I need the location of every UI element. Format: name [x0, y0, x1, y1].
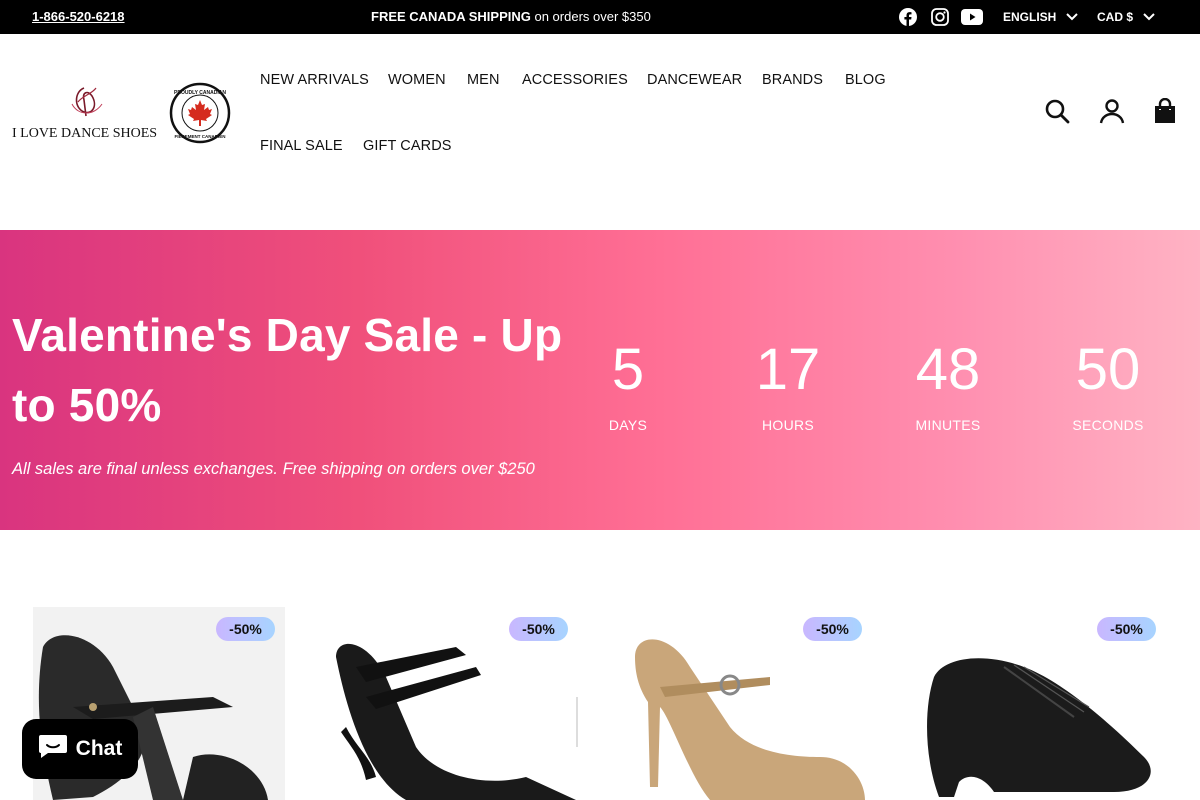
chat-bubble-icon: [38, 733, 68, 765]
shipping-promo: FREE CANADA SHIPPING on orders over $350: [371, 9, 651, 24]
nav-gift-cards[interactable]: GIFT CARDS: [363, 138, 452, 154]
phone-link[interactable]: 1-866-520-6218: [32, 9, 125, 24]
countdown-days: 5 DAYS: [568, 335, 688, 433]
facebook-icon[interactable]: [898, 8, 918, 26]
nav-new-arrivals[interactable]: NEW ARRIVALS: [260, 72, 369, 88]
nav-blog[interactable]: BLOG: [845, 72, 886, 88]
nav-men[interactable]: MEN: [467, 72, 500, 88]
discount-badge: -50%: [803, 617, 862, 641]
discount-badge: -50%: [216, 617, 275, 641]
countdown-label: DAYS: [608, 417, 648, 433]
countdown-value: 5: [611, 337, 645, 402]
sale-title: Valentine's Day Sale - Up to 50%: [12, 309, 563, 431]
countdown-seconds: 50 SECONDS: [1048, 335, 1168, 433]
language-selector[interactable]: ENGLISH: [1003, 10, 1079, 24]
nav-women[interactable]: WOMEN: [388, 72, 446, 88]
badge-bottom-text: FIÈREMENT CANADIEN: [174, 132, 225, 139]
chat-button[interactable]: Chat: [22, 719, 138, 779]
nav-dancewear[interactable]: DANCEWEAR: [647, 72, 742, 88]
promo-bold: FREE CANADA SHIPPING: [371, 9, 531, 24]
discount-badge: -50%: [1097, 617, 1156, 641]
youtube-icon[interactable]: [961, 8, 983, 26]
site-logo[interactable]: I LOVE DANCE SHOES: [12, 82, 162, 142]
chevron-down-icon: [1143, 10, 1155, 24]
chevron-down-icon: [1066, 10, 1079, 24]
proudly-canadian-badge: PROUDLY CANADIAN FIÈREMENT CANADIEN: [169, 82, 231, 144]
logo-text: I LOVE DANCE SHOES: [12, 126, 157, 141]
badge-top-text: PROUDLY CANADIAN: [174, 90, 226, 96]
discount-badge: -50%: [509, 617, 568, 641]
account-icon[interactable]: [1098, 97, 1126, 125]
site-header: I LOVE DANCE SHOES PROUDLY CANADIAN FIÈR…: [0, 34, 1200, 230]
announcement-bar: 1-866-520-6218 FREE CANADA SHIPPING on o…: [0, 0, 1200, 34]
product-card[interactable]: -50%: [914, 607, 1166, 800]
countdown-value: 17: [755, 337, 821, 402]
cart-icon[interactable]: [1151, 97, 1179, 125]
sale-banner: Valentine's Day Sale - Up to 50% All sal…: [0, 230, 1200, 530]
nav-accessories[interactable]: ACCESSORIES: [522, 72, 628, 88]
currency-selector[interactable]: CAD $: [1097, 10, 1155, 24]
product-card[interactable]: -50%: [620, 607, 872, 800]
countdown-value: 48: [915, 337, 981, 402]
sale-subtitle: All sales are final unless exchanges. Fr…: [12, 460, 535, 478]
countdown-label: SECONDS: [1072, 417, 1144, 433]
countdown-label: HOURS: [761, 417, 815, 433]
countdown-minutes: 48 MINUTES: [888, 335, 1008, 433]
product-card[interactable]: -50%: [326, 607, 578, 800]
currency-label: CAD $: [1097, 10, 1134, 24]
language-label: ENGLISH: [1003, 10, 1057, 24]
promo-rest: on orders over $350: [530, 9, 651, 24]
countdown-label: MINUTES: [915, 417, 981, 433]
instagram-icon[interactable]: [930, 8, 950, 26]
countdown-value: 50: [1075, 337, 1141, 402]
chat-label: Chat: [75, 737, 123, 760]
nav-brands[interactable]: BRANDS: [762, 72, 823, 88]
countdown-hours: 17 HOURS: [728, 335, 848, 433]
search-icon[interactable]: [1043, 97, 1071, 125]
nav-final-sale[interactable]: FINAL SALE: [260, 138, 343, 154]
